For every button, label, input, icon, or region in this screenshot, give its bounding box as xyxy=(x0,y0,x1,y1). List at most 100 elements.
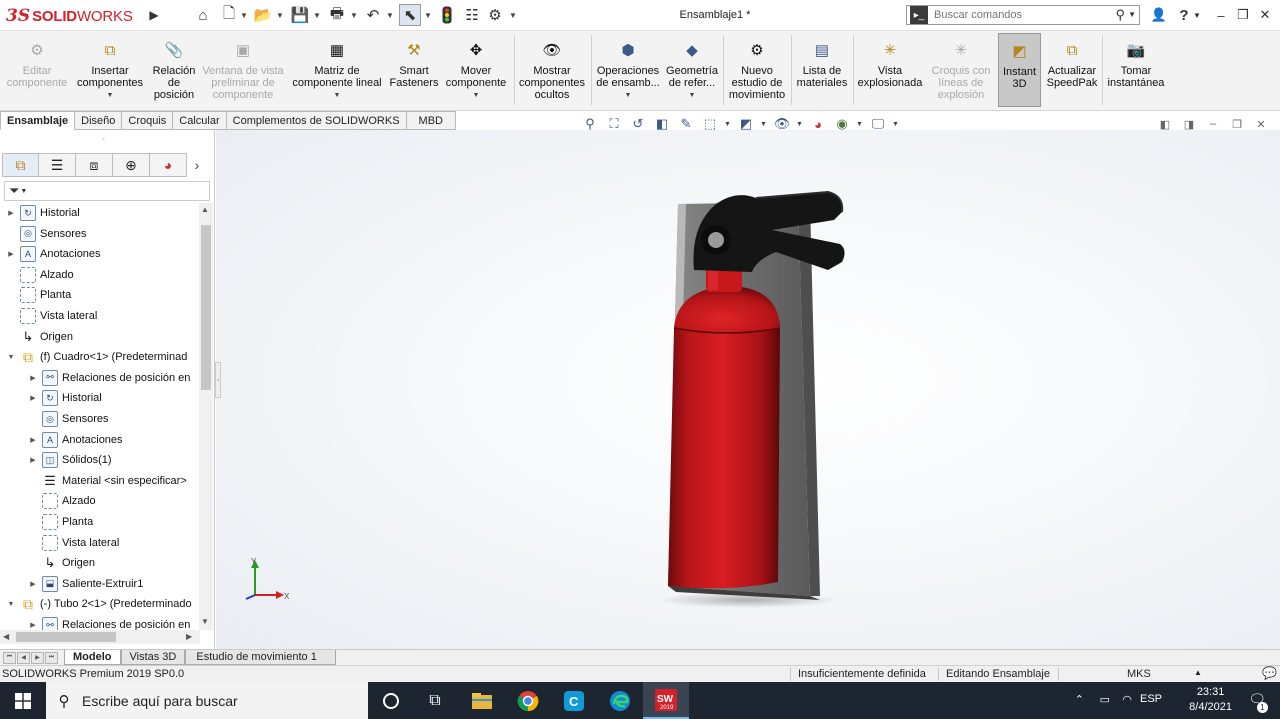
tree-item[interactable]: ▶ ↻ Historial xyxy=(6,203,80,223)
open-folder-icon[interactable]: 📂 xyxy=(253,6,273,24)
file-properties-icon[interactable]: ☷ xyxy=(462,6,482,24)
component-preview-window-button[interactable]: ▣ Ventana de vista preliminar de componen… xyxy=(200,33,286,107)
rebuild-traffic-light-icon[interactable] xyxy=(439,6,455,24)
unit-system[interactable]: MKS xyxy=(1127,668,1151,680)
dimxpert-tab-icon[interactable]: ⊕ xyxy=(113,153,150,177)
view-orientation-dropdown-icon[interactable]: ▼ xyxy=(724,121,732,128)
view-orientation-icon[interactable]: ⬚ xyxy=(700,114,720,134)
expand-arrow-icon[interactable]: ▶ xyxy=(28,580,38,588)
reference-geometry-dropdown-icon[interactable]: ▼ xyxy=(689,90,696,102)
scroll-left-icon[interactable]: ◀ xyxy=(3,632,9,641)
skype-icon[interactable]: C xyxy=(551,682,597,719)
help-dropdown-icon[interactable]: ▼ xyxy=(1191,5,1203,25)
tab-complementos[interactable]: Complementos de SOLIDWORKS xyxy=(226,111,407,130)
linear-pattern-dropdown-icon[interactable]: ▼ xyxy=(334,90,341,102)
tree-item[interactable]: ◎ Sensores xyxy=(6,224,86,244)
tooltip-bubble-icon[interactable]: 💬 xyxy=(1262,666,1277,680)
last-tab-icon[interactable]: ⏭ xyxy=(45,651,58,664)
input-language[interactable]: ESP xyxy=(1140,693,1162,705)
expand-arrow-icon[interactable]: ▶ xyxy=(28,456,38,464)
zoom-to-area-icon[interactable]: ⛶ xyxy=(604,114,624,134)
tree-item[interactable]: ↳ Origen xyxy=(28,553,95,573)
solidworks-logo[interactable]: 3S SOLIDWORKS xyxy=(6,5,133,27)
tree-item[interactable]: ☰ Material <sin especificar> xyxy=(28,471,187,491)
insert-components-dropdown-icon[interactable]: ▼ xyxy=(107,90,114,102)
scrollbar-thumb[interactable] xyxy=(201,225,211,390)
command-search-box[interactable]: ▸_ ⚲ ▼ xyxy=(906,5,1140,25)
tree-item[interactable]: ↳ Origen xyxy=(6,327,73,347)
tree-item[interactable]: Planta xyxy=(28,512,93,532)
tab-diseno[interactable]: Diseño xyxy=(75,111,123,130)
tree-item[interactable]: Planta xyxy=(6,285,71,305)
feature-tree-tab-icon[interactable]: ⧉ xyxy=(2,153,39,177)
tab-calcular[interactable]: Calcular xyxy=(173,111,227,130)
collapse-arrow-icon[interactable]: ▼ xyxy=(6,601,16,608)
options-gear-icon[interactable]: ⚙ xyxy=(485,6,505,24)
insert-components-button[interactable]: ⧉ Insertar componentes ▼ xyxy=(74,33,146,107)
panel-grip-icon[interactable]: ◦ xyxy=(102,136,104,143)
update-speedpak-button[interactable]: ⧉ Actualizar SpeedPak xyxy=(1044,33,1100,107)
assembly-features-button[interactable]: ⬢ Operaciones de ensamb... ▼ xyxy=(594,33,662,107)
edit-appearance-icon[interactable]: ◕ xyxy=(808,114,828,134)
tab-croquis[interactable]: Croquis xyxy=(122,111,174,130)
tree-item-component[interactable]: ▼ ⧉ (f) Cuadro<1> (Predeterminad xyxy=(6,347,188,367)
home-icon[interactable]: ⌂ xyxy=(193,6,213,24)
expand-arrow-icon[interactable]: ▶ xyxy=(6,209,16,217)
bill-of-materials-button[interactable]: ▤ Lista de materiales xyxy=(794,33,850,107)
edit-component-button[interactable]: ⚙ Editar componente xyxy=(4,33,70,107)
take-snapshot-button[interactable]: 📷 Tomar instantánea xyxy=(1104,33,1168,107)
first-tab-icon[interactable]: ⏮ xyxy=(3,651,16,664)
collapse-arrow-icon[interactable]: ▼ xyxy=(6,354,16,361)
open-dropdown-icon[interactable]: ▼ xyxy=(276,6,284,24)
tree-item[interactable]: Vista lateral xyxy=(28,533,119,553)
prev-tab-icon[interactable]: ◀ xyxy=(17,651,30,664)
assembly-features-dropdown-icon[interactable]: ▼ xyxy=(625,90,632,102)
units-dropdown-icon[interactable]: ▲ xyxy=(1194,668,1202,677)
explode-line-sketch-button[interactable]: ✳ Croquis con líneas de explosión xyxy=(928,33,994,107)
extinguisher-model[interactable] xyxy=(216,130,1280,650)
new-dropdown-icon[interactable]: ▼ xyxy=(240,6,248,24)
new-document-icon[interactable]: 🗋 xyxy=(220,5,238,24)
select-dropdown-icon[interactable]: ▼ xyxy=(424,6,432,24)
expand-arrow-icon[interactable]: ▶ xyxy=(28,374,38,382)
cortana-icon[interactable] xyxy=(368,682,414,719)
tab-modelo[interactable]: Modelo xyxy=(64,650,121,665)
user-account-icon[interactable]: 👤 xyxy=(1148,5,1170,25)
options-dropdown-icon[interactable]: ▼ xyxy=(509,6,517,24)
search-dropdown-icon[interactable]: ▼ xyxy=(1128,10,1136,19)
tree-horizontal-scrollbar[interactable]: ◀ ▶ xyxy=(0,630,200,644)
solidworks-taskbar-icon[interactable]: SW 2019 xyxy=(643,682,689,719)
viewport-close-icon[interactable]: ✕ xyxy=(1252,116,1270,132)
property-manager-tab-icon[interactable]: ☰ xyxy=(39,153,76,177)
close-icon[interactable]: ✕ xyxy=(1254,5,1276,25)
undo-icon[interactable]: ↶ xyxy=(363,6,383,24)
edge-icon[interactable] xyxy=(597,682,643,719)
new-motion-study-button[interactable]: ⚙ Nuevo estudio de movimiento xyxy=(726,33,788,107)
tree-item[interactable]: ▶ ◫ Sólidos(1) xyxy=(28,450,112,470)
next-tab-icon[interactable]: ▶ xyxy=(31,651,44,664)
start-button[interactable] xyxy=(0,682,46,719)
print-dropdown-icon[interactable]: ▼ xyxy=(350,6,358,24)
search-icon[interactable]: ⚲ xyxy=(1115,7,1125,23)
move-component-button[interactable]: ✥ Mover componente ▼ xyxy=(442,33,510,107)
expand-arrow-icon[interactable]: ▶ xyxy=(28,394,38,402)
undo-dropdown-icon[interactable]: ▼ xyxy=(386,6,394,24)
display-style-icon[interactable]: ◩ xyxy=(736,114,756,134)
instant-3d-button[interactable]: ◩ Instant 3D xyxy=(998,33,1041,107)
taskbar-search[interactable]: ⚲ Escribe aquí para buscar xyxy=(46,682,368,719)
configuration-manager-tab-icon[interactable]: ⧈ xyxy=(76,153,113,177)
save-dropdown-icon[interactable]: ▼ xyxy=(313,6,321,24)
panel-left-icon[interactable]: ◧ xyxy=(1156,116,1174,132)
dynamic-annotation-icon[interactable]: ✎ xyxy=(676,114,696,134)
system-clock[interactable]: 23:31 8/4/2021 xyxy=(1189,685,1232,715)
scroll-up-icon[interactable]: ▲ xyxy=(201,205,209,214)
scroll-right-icon[interactable]: ▶ xyxy=(186,632,192,641)
apply-scene-icon[interactable]: ◉ xyxy=(832,114,852,134)
minimize-icon[interactable]: – xyxy=(1210,5,1232,25)
file-explorer-icon[interactable] xyxy=(459,682,505,719)
view-settings-icon[interactable]: 🖵 xyxy=(868,114,888,134)
reference-geometry-button[interactable]: ◆ Geometría de refer... ▼ xyxy=(664,33,720,107)
viewport-restore-icon[interactable]: ❐ xyxy=(1228,116,1246,132)
expand-arrow-icon[interactable]: ▶ xyxy=(28,621,38,629)
view-settings-dropdown-icon[interactable]: ▼ xyxy=(892,121,900,128)
